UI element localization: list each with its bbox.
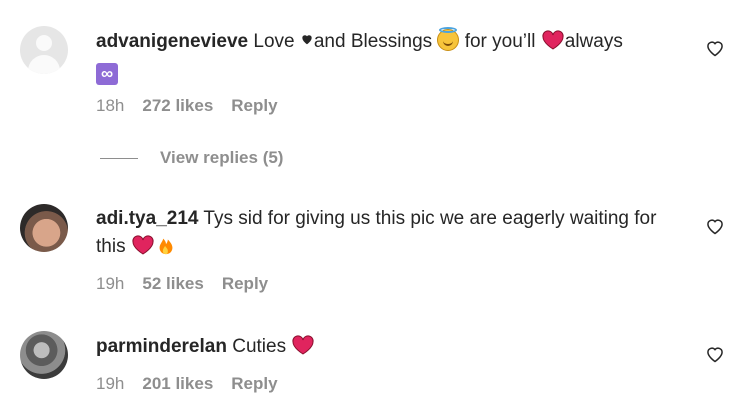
- username[interactable]: parminderelan: [96, 336, 227, 357]
- default-avatar-body: [28, 55, 60, 74]
- timestamp[interactable]: 19h: [96, 374, 124, 394]
- view-replies-button[interactable]: View replies (5): [100, 148, 283, 168]
- fire-icon: [155, 234, 177, 256]
- comment-text-part: for you’ll: [459, 31, 541, 52]
- comment-text: advanigenevieve Love and Blessings for y…: [96, 27, 686, 85]
- default-avatar-head: [36, 35, 52, 51]
- comment-text-part: Love: [253, 31, 300, 52]
- heart-outline-icon[interactable]: [705, 216, 725, 236]
- comment-text-part: always: [564, 31, 623, 52]
- comment-text: adi.tya_214 Tys sid for giving us this p…: [96, 205, 686, 261]
- smiling-face-with-halo-icon: [437, 27, 460, 51]
- reply-button[interactable]: Reply: [231, 374, 277, 394]
- infinity-icon: ∞: [96, 63, 118, 85]
- black-heart-icon: [300, 32, 314, 48]
- heart-outline-icon[interactable]: [705, 38, 725, 58]
- comment-meta: 19h 52 likes Reply: [96, 274, 268, 294]
- avatar[interactable]: [20, 26, 68, 74]
- red-heart-icon: [291, 334, 315, 356]
- timestamp[interactable]: 19h: [96, 274, 124, 294]
- red-heart-icon: [541, 29, 565, 51]
- reply-button[interactable]: Reply: [231, 96, 277, 116]
- username[interactable]: adi.tya_214: [96, 208, 198, 229]
- comment-meta: 18h 272 likes Reply: [96, 96, 278, 116]
- username[interactable]: advanigenevieve: [96, 31, 248, 52]
- red-heart-icon: [131, 234, 155, 256]
- likes-count[interactable]: 201 likes: [142, 374, 213, 394]
- reply-button[interactable]: Reply: [222, 274, 268, 294]
- avatar[interactable]: [20, 331, 68, 379]
- comment-text: parminderelan Cuties: [96, 333, 686, 361]
- heart-outline-icon[interactable]: [705, 344, 725, 364]
- view-replies-label: View replies (5): [160, 148, 284, 167]
- likes-count[interactable]: 52 likes: [142, 274, 203, 294]
- comment-meta: 19h 201 likes Reply: [96, 374, 278, 394]
- avatar[interactable]: [20, 204, 68, 252]
- divider-line: [100, 157, 138, 159]
- likes-count[interactable]: 272 likes: [142, 96, 213, 116]
- comment-text-part: and Blessings: [313, 31, 438, 52]
- timestamp[interactable]: 18h: [96, 96, 124, 116]
- comment-text-body: Cuties: [232, 336, 287, 357]
